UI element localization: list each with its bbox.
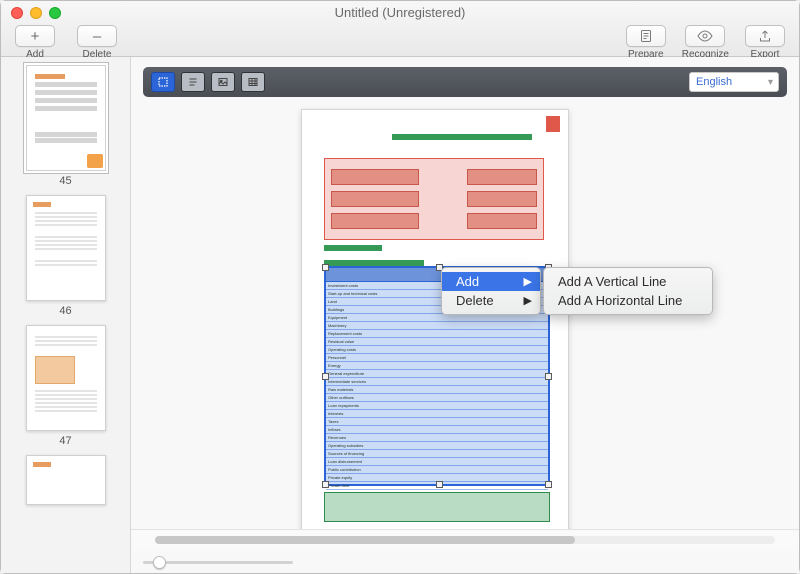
table-row: General expenditure (326, 370, 548, 378)
table-row: Energy (326, 362, 548, 370)
zoom-window-button[interactable] (49, 7, 61, 19)
page-thumbnail[interactable] (26, 455, 106, 505)
table-row: Inflows (326, 426, 548, 434)
table-row: Loan repayments (326, 402, 548, 410)
page-thumbnail[interactable] (26, 325, 106, 431)
resize-handle-nw[interactable] (322, 264, 329, 271)
view-mode-bar: English (143, 67, 787, 97)
mode-image-button[interactable] (211, 72, 235, 92)
submenu-item-add-vertical-line[interactable]: Add A Vertical Line (544, 272, 712, 291)
language-value: English (696, 76, 732, 88)
add-label: Add (26, 49, 44, 60)
image-region[interactable] (324, 158, 544, 240)
resize-handle-w[interactable] (322, 373, 329, 380)
context-menu[interactable]: Add ▶ Delete ▶ (441, 267, 541, 315)
menu-item-label: Add A Horizontal Line (558, 293, 682, 308)
document-page[interactable]: Investment costsStart-up and technical c… (301, 109, 569, 529)
add-button[interactable]: + Add (15, 25, 55, 60)
table-row: Public contribution (326, 466, 548, 474)
context-submenu[interactable]: Add A Vertical Line Add A Horizontal Lin… (543, 267, 713, 315)
eye-icon (685, 25, 725, 47)
table-row: Residual value (326, 338, 548, 346)
delete-label: Delete (83, 49, 112, 60)
titlebar: Untitled (Unregistered) + Add – Delete P… (1, 1, 799, 57)
table-row: Personnel (326, 354, 548, 362)
context-menu-item-add[interactable]: Add ▶ (442, 272, 540, 291)
mode-selection-button[interactable] (151, 72, 175, 92)
language-selector[interactable]: English (689, 72, 779, 92)
recognize-button[interactable]: Recognize (682, 25, 729, 60)
mode-text-button[interactable] (181, 72, 205, 92)
delete-button[interactable]: – Delete (77, 25, 117, 60)
table-row: Equipment (326, 314, 548, 322)
mode-table-button[interactable] (241, 72, 265, 92)
table-row: Intermediate services (326, 378, 548, 386)
export-button[interactable]: Export (745, 25, 785, 60)
table-row: Raw materials (326, 386, 548, 394)
table-row: Interests (326, 410, 548, 418)
window-title: Untitled (Unregistered) (1, 1, 799, 20)
edit-badge-icon (87, 154, 103, 168)
page-thumbnail-sidebar[interactable]: 45 46 (1, 57, 131, 573)
page-number-label: 46 (59, 305, 71, 317)
text-region[interactable] (392, 134, 532, 140)
resize-handle-e[interactable] (545, 373, 552, 380)
table-row: Operating subsidies (326, 442, 548, 450)
table-row: Sources of financing (326, 450, 548, 458)
table-row: Taxes (326, 418, 548, 426)
submenu-item-add-horizontal-line[interactable]: Add A Horizontal Line (544, 291, 712, 310)
close-window-button[interactable] (11, 7, 23, 19)
resize-handle-sw[interactable] (322, 481, 329, 488)
prepare-button[interactable]: Prepare (626, 25, 666, 60)
horizontal-scrollbar[interactable] (131, 529, 799, 551)
text-region[interactable] (324, 245, 382, 251)
submenu-arrow-icon: ▶ (524, 294, 532, 307)
page-thumbnail[interactable] (26, 65, 106, 171)
table-row: Machinery (326, 322, 548, 330)
zoom-slider-knob[interactable] (153, 556, 166, 569)
table-row: Replacement costs (326, 330, 548, 338)
zoom-slider[interactable] (143, 561, 293, 564)
page-thumbnail[interactable] (26, 195, 106, 301)
menu-item-label: Add (456, 274, 479, 289)
scrollbar-thumb[interactable] (155, 536, 575, 544)
table-row: Revenues (326, 434, 548, 442)
menu-item-label: Delete (456, 293, 494, 308)
table-row: Operating costs (326, 346, 548, 354)
table-row: Loan disbursement (326, 458, 548, 466)
page-number-label: 45 (59, 175, 71, 187)
resize-handle-se[interactable] (545, 481, 552, 488)
zoom-slider-row (131, 551, 799, 573)
minus-icon: – (77, 25, 117, 47)
document-icon (626, 25, 666, 47)
menu-item-label: Add A Vertical Line (558, 274, 666, 289)
page-marker (546, 116, 560, 132)
minimize-window-button[interactable] (30, 7, 42, 19)
submenu-arrow-icon: ▶ (524, 275, 532, 288)
context-menu-item-delete[interactable]: Delete ▶ (442, 291, 540, 310)
export-icon (745, 25, 785, 47)
page-number-label: 47 (59, 435, 71, 447)
table-row: Other outflows (326, 394, 548, 402)
plus-icon: + (15, 25, 55, 47)
text-region[interactable] (324, 492, 550, 522)
resize-handle-s[interactable] (436, 481, 443, 488)
